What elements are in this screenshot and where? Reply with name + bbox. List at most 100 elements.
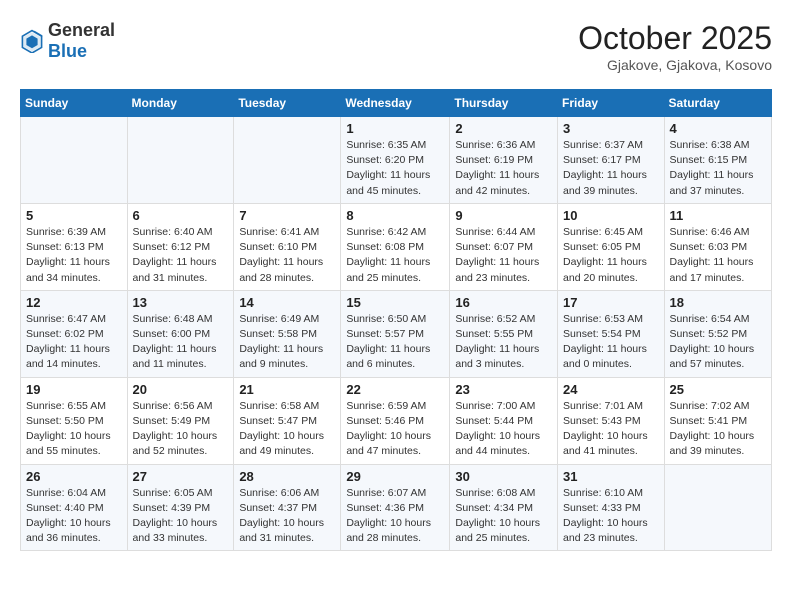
calendar-header-row: SundayMondayTuesdayWednesdayThursdayFrid…	[21, 90, 772, 117]
calendar-cell: 1 Sunrise: 6:35 AMSunset: 6:20 PMDaylight…	[341, 117, 450, 204]
day-number: 10	[563, 208, 659, 223]
calendar-week-row: 12 Sunrise: 6:47 AMSunset: 6:02 PMDayligh…	[21, 290, 772, 377]
day-number: 12	[26, 295, 122, 310]
calendar-cell: 21 Sunrise: 6:58 AMSunset: 5:47 PMDayligh…	[234, 377, 341, 464]
day-number: 7	[239, 208, 335, 223]
day-info: Sunrise: 6:56 AMSunset: 5:49 PMDaylight:…	[133, 399, 229, 460]
day-number: 8	[346, 208, 444, 223]
location-subtitle: Gjakove, Gjakova, Kosovo	[578, 57, 772, 73]
calendar-cell: 26Sunrise: 6:04 AMSunset: 4:40 PMDayligh…	[21, 464, 128, 551]
calendar-cell: 6Sunrise: 6:40 AMSunset: 6:12 PMDaylight…	[127, 203, 234, 290]
day-number: 23	[455, 382, 552, 397]
logo: General Blue	[20, 20, 115, 62]
calendar-cell	[21, 117, 128, 204]
month-title: October 2025	[578, 20, 772, 57]
day-number: 28	[239, 469, 335, 484]
logo-text: General Blue	[48, 20, 115, 62]
calendar-cell: 10 Sunrise: 6:45 AMSunset: 6:05 PMDayligh…	[558, 203, 665, 290]
day-info: Sunrise: 6:10 AMSunset: 4:33 PMDaylight:…	[563, 486, 659, 547]
day-info: Sunrise: 6:54 AMSunset: 5:52 PMDaylight:…	[670, 312, 766, 373]
calendar-cell: 19Sunrise: 6:55 AMSunset: 5:50 PMDayligh…	[21, 377, 128, 464]
header-thursday: Thursday	[450, 90, 558, 117]
day-number: 21	[239, 382, 335, 397]
calendar-cell: 8 Sunrise: 6:42 AMSunset: 6:08 PMDaylight…	[341, 203, 450, 290]
day-info: Sunrise: 6:53 AMSunset: 5:54 PMDaylight:…	[563, 312, 659, 373]
day-info: Sunrise: 6:06 AMSunset: 4:37 PMDaylight:…	[239, 486, 335, 547]
calendar-week-row: 26Sunrise: 6:04 AMSunset: 4:40 PMDayligh…	[21, 464, 772, 551]
day-number: 20	[133, 382, 229, 397]
day-info: Sunrise: 6:05 AMSunset: 4:39 PMDaylight:…	[133, 486, 229, 547]
calendar-cell: 9 Sunrise: 6:44 AMSunset: 6:07 PMDaylight…	[450, 203, 558, 290]
day-info: Sunrise: 6:42 AMSunset: 6:08 PMDaylight:…	[346, 225, 444, 286]
calendar-cell: 2Sunrise: 6:36 AMSunset: 6:19 PMDaylight…	[450, 117, 558, 204]
day-number: 1	[346, 121, 444, 136]
header-wednesday: Wednesday	[341, 90, 450, 117]
day-info: Sunrise: 6:47 AMSunset: 6:02 PMDaylight:…	[26, 312, 122, 373]
day-number: 25	[670, 382, 766, 397]
day-info: Sunrise: 6:37 AMSunset: 6:17 PMDaylight:…	[563, 138, 659, 199]
logo-general: General	[48, 20, 115, 40]
day-info: Sunrise: 7:00 AMSunset: 5:44 PMDaylight:…	[455, 399, 552, 460]
calendar-cell: 7 Sunrise: 6:41 AMSunset: 6:10 PMDaylight…	[234, 203, 341, 290]
header-saturday: Saturday	[664, 90, 771, 117]
day-info: Sunrise: 6:52 AMSunset: 5:55 PMDaylight:…	[455, 312, 552, 373]
day-info: Sunrise: 6:39 AMSunset: 6:13 PMDaylight:…	[26, 225, 122, 286]
header-tuesday: Tuesday	[234, 90, 341, 117]
day-number: 11	[670, 208, 766, 223]
day-info: Sunrise: 6:04 AMSunset: 4:40 PMDaylight:…	[26, 486, 122, 547]
day-info: Sunrise: 6:36 AMSunset: 6:19 PMDaylight:…	[455, 138, 552, 199]
page-header: General Blue October 2025 Gjakove, Gjako…	[20, 20, 772, 73]
calendar-cell: 16 Sunrise: 6:52 AMSunset: 5:55 PMDayligh…	[450, 290, 558, 377]
day-info: Sunrise: 6:58 AMSunset: 5:47 PMDaylight:…	[239, 399, 335, 460]
calendar-cell: 14Sunrise: 6:49 AMSunset: 5:58 PMDayligh…	[234, 290, 341, 377]
calendar-cell: 23 Sunrise: 7:00 AMSunset: 5:44 PMDayligh…	[450, 377, 558, 464]
logo-icon	[20, 29, 44, 53]
calendar-cell: 28 Sunrise: 6:06 AMSunset: 4:37 PMDayligh…	[234, 464, 341, 551]
calendar-cell: 24Sunrise: 7:01 AMSunset: 5:43 PMDayligh…	[558, 377, 665, 464]
calendar-cell: 15Sunrise: 6:50 AMSunset: 5:57 PMDayligh…	[341, 290, 450, 377]
day-info: Sunrise: 6:44 AMSunset: 6:07 PMDaylight:…	[455, 225, 552, 286]
day-number: 29	[346, 469, 444, 484]
calendar-cell: 27Sunrise: 6:05 AMSunset: 4:39 PMDayligh…	[127, 464, 234, 551]
day-info: Sunrise: 6:48 AMSunset: 6:00 PMDaylight:…	[133, 312, 229, 373]
day-info: Sunrise: 6:35 AMSunset: 6:20 PMDaylight:…	[346, 138, 444, 199]
calendar-cell: 25Sunrise: 7:02 AMSunset: 5:41 PMDayligh…	[664, 377, 771, 464]
day-number: 9	[455, 208, 552, 223]
calendar-cell: 11 Sunrise: 6:46 AMSunset: 6:03 PMDayligh…	[664, 203, 771, 290]
day-info: Sunrise: 6:46 AMSunset: 6:03 PMDaylight:…	[670, 225, 766, 286]
calendar-week-row: 19Sunrise: 6:55 AMSunset: 5:50 PMDayligh…	[21, 377, 772, 464]
day-info: Sunrise: 6:45 AMSunset: 6:05 PMDaylight:…	[563, 225, 659, 286]
day-info: Sunrise: 6:49 AMSunset: 5:58 PMDaylight:…	[239, 312, 335, 373]
calendar-cell: 20 Sunrise: 6:56 AMSunset: 5:49 PMDayligh…	[127, 377, 234, 464]
day-info: Sunrise: 6:40 AMSunset: 6:12 PMDaylight:…	[133, 225, 229, 286]
day-info: Sunrise: 6:07 AMSunset: 4:36 PMDaylight:…	[346, 486, 444, 547]
day-number: 16	[455, 295, 552, 310]
calendar-cell: 3 Sunrise: 6:37 AMSunset: 6:17 PMDaylight…	[558, 117, 665, 204]
header-sunday: Sunday	[21, 90, 128, 117]
calendar-cell: 29 Sunrise: 6:07 AMSunset: 4:36 PMDayligh…	[341, 464, 450, 551]
calendar-cell: 22 Sunrise: 6:59 AMSunset: 5:46 PMDayligh…	[341, 377, 450, 464]
title-area: October 2025 Gjakove, Gjakova, Kosovo	[578, 20, 772, 73]
logo-blue: Blue	[48, 41, 87, 61]
day-number: 24	[563, 382, 659, 397]
day-number: 18	[670, 295, 766, 310]
day-number: 30	[455, 469, 552, 484]
day-number: 5	[26, 208, 122, 223]
calendar-cell: 30Sunrise: 6:08 AMSunset: 4:34 PMDayligh…	[450, 464, 558, 551]
day-number: 22	[346, 382, 444, 397]
day-number: 3	[563, 121, 659, 136]
day-number: 4	[670, 121, 766, 136]
header-friday: Friday	[558, 90, 665, 117]
calendar-table: SundayMondayTuesdayWednesdayThursdayFrid…	[20, 89, 772, 551]
day-info: Sunrise: 6:55 AMSunset: 5:50 PMDaylight:…	[26, 399, 122, 460]
calendar-cell	[127, 117, 234, 204]
day-info: Sunrise: 6:59 AMSunset: 5:46 PMDaylight:…	[346, 399, 444, 460]
calendar-week-row: 5 Sunrise: 6:39 AMSunset: 6:13 PMDaylight…	[21, 203, 772, 290]
day-info: Sunrise: 6:38 AMSunset: 6:15 PMDaylight:…	[670, 138, 766, 199]
day-info: Sunrise: 6:50 AMSunset: 5:57 PMDaylight:…	[346, 312, 444, 373]
calendar-cell: 4 Sunrise: 6:38 AMSunset: 6:15 PMDaylight…	[664, 117, 771, 204]
day-number: 13	[133, 295, 229, 310]
header-monday: Monday	[127, 90, 234, 117]
calendar-cell: 18 Sunrise: 6:54 AMSunset: 5:52 PMDayligh…	[664, 290, 771, 377]
day-info: Sunrise: 6:41 AMSunset: 6:10 PMDaylight:…	[239, 225, 335, 286]
